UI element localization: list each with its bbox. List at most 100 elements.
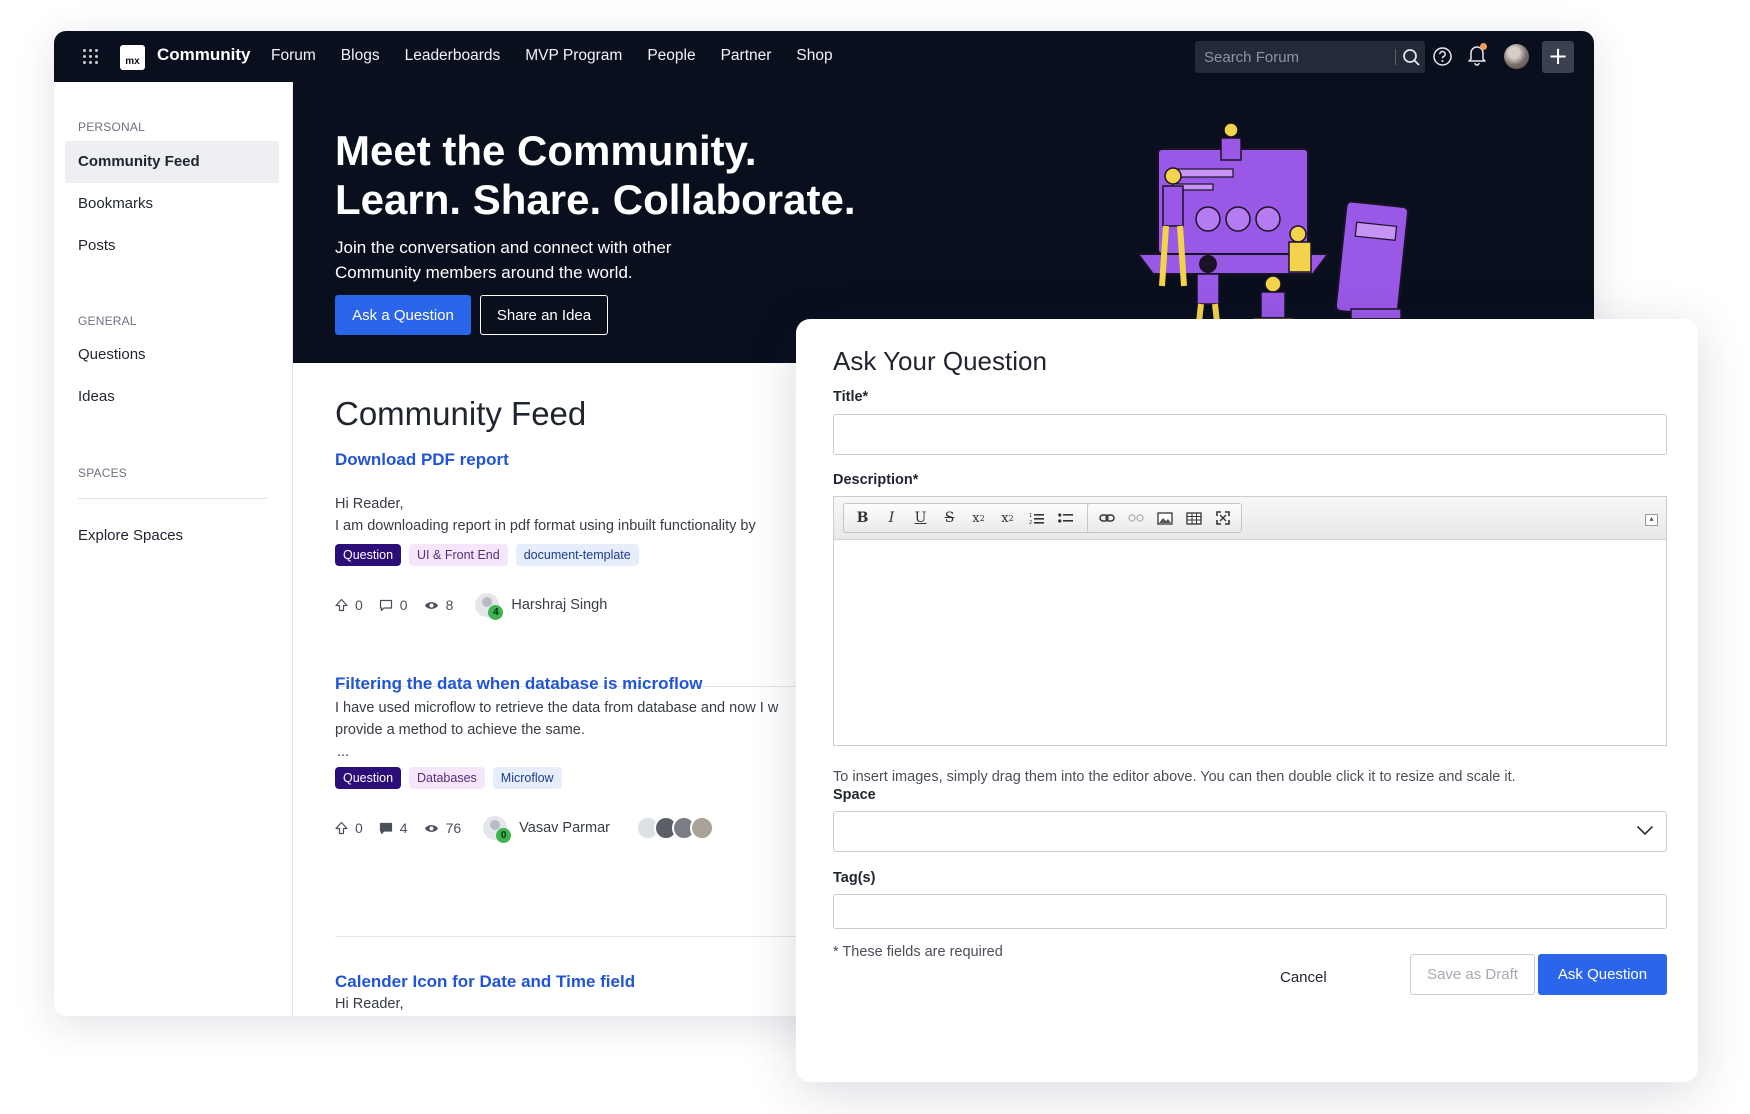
sidebar-divider <box>78 498 268 499</box>
upvote-icon[interactable] <box>335 598 348 612</box>
nav-leaderboards[interactable]: Leaderboards <box>405 47 501 65</box>
tag-question[interactable]: Question <box>335 544 402 566</box>
view-count: 76 <box>445 820 462 836</box>
reputation-badge: 0 <box>496 828 512 843</box>
nav-mvp-program[interactable]: MVP Program <box>525 47 622 65</box>
post-title-2[interactable]: Filtering the data when database is micr… <box>335 674 702 694</box>
search-icon[interactable] <box>1402 48 1421 67</box>
upvote-icon[interactable] <box>335 821 348 835</box>
nav-people[interactable]: People <box>647 47 695 65</box>
eye-icon <box>424 824 438 832</box>
superscript-icon[interactable]: x2 <box>993 505 1022 531</box>
tag-question[interactable]: Question <box>335 767 402 789</box>
svg-text:1: 1 <box>1029 513 1032 519</box>
subscript-icon[interactable]: x2 <box>964 505 993 531</box>
share-an-idea-button[interactable]: Share an Idea <box>480 295 608 335</box>
space-label: Space <box>833 787 876 803</box>
required-note: * These fields are required <box>833 944 1003 960</box>
editor-hint: To insert images, simply drag them into … <box>833 769 1516 785</box>
tag-databases[interactable]: Databases <box>409 767 485 789</box>
comment-count: 4 <box>399 820 408 836</box>
tag-microflow[interactable]: Microflow <box>492 767 562 789</box>
author-name[interactable]: Harshraj Singh <box>511 597 607 613</box>
sidebar-item-explore-spaces[interactable]: Explore Spaces <box>65 515 279 557</box>
participant-avatars[interactable] <box>635 816 714 840</box>
title-label: Title* <box>833 389 869 405</box>
nav-forum[interactable]: Forum <box>271 47 316 65</box>
toolbar-group-insert <box>1087 503 1242 533</box>
hero-title-line1: Meet the Community. <box>335 127 757 174</box>
maximize-icon[interactable] <box>1208 505 1237 531</box>
save-as-draft-button[interactable]: Save as Draft <box>1410 954 1535 995</box>
sidebar-item-posts[interactable]: Posts <box>65 225 279 267</box>
post-tags-2: Question Databases Microflow <box>335 767 562 789</box>
sidebar-item-ideas[interactable]: Ideas <box>65 376 279 418</box>
top-navigation-bar: mx Community Forum Blogs Leaderboards MV… <box>54 31 1594 82</box>
post-stats-1: 0 0 8 4 Harshraj Singh <box>335 593 607 620</box>
author-avatar[interactable]: 0 <box>483 816 512 843</box>
sidebar-item-questions[interactable]: Questions <box>65 334 279 376</box>
bold-icon[interactable]: B <box>848 505 877 531</box>
space-select[interactable] <box>833 811 1667 852</box>
title-input[interactable] <box>833 414 1667 455</box>
hero-title-line2: Learn. Share. Collaborate. <box>335 176 856 223</box>
tag-document-template[interactable]: document-template <box>515 544 639 566</box>
sidebar-section-general: GENERAL <box>78 314 137 328</box>
sidebar: PERSONAL Community Feed Bookmarks Posts … <box>54 82 293 1016</box>
strikethrough-icon[interactable]: S <box>935 505 964 531</box>
help-icon[interactable] <box>1432 46 1453 67</box>
ask-question-button[interactable]: Ask Question <box>1538 954 1667 995</box>
search-box <box>1195 41 1425 73</box>
nav-blogs[interactable]: Blogs <box>341 47 380 65</box>
mx-logo[interactable]: mx <box>120 45 145 70</box>
sidebar-item-community-feed[interactable]: Community Feed <box>65 141 279 183</box>
ask-question-dialog: Ask Your Question Title* Description* B … <box>796 319 1698 1082</box>
ask-a-question-button[interactable]: Ask a Question <box>335 295 471 335</box>
tag-ui-front-end[interactable]: UI & Front End <box>409 544 508 566</box>
chevron-down-icon[interactable] <box>1636 825 1654 836</box>
toolbar-group-format: B I U S x2 x2 12 Tx <box>843 503 1114 533</box>
link-icon[interactable] <box>1092 505 1121 531</box>
sidebar-section-spaces: SPACES <box>78 466 127 480</box>
cancel-button[interactable]: Cancel <box>1280 969 1327 986</box>
post-body-line: provide a method to achieve the same. <box>335 722 585 738</box>
feed-title: Community Feed <box>335 395 587 432</box>
post-body-line: I am downloading report in pdf format us… <box>335 518 756 534</box>
eye-icon <box>424 601 438 609</box>
unlink-icon[interactable] <box>1121 505 1150 531</box>
description-label: Description* <box>833 472 919 488</box>
sidebar-section-personal: PERSONAL <box>78 120 145 134</box>
nav-shop[interactable]: Shop <box>796 47 832 65</box>
table-icon[interactable] <box>1179 505 1208 531</box>
tags-label: Tag(s) <box>833 870 876 886</box>
author-name[interactable]: Vasav Parmar <box>519 820 610 836</box>
search-input[interactable] <box>1195 41 1390 73</box>
dialog-title: Ask Your Question <box>833 346 1047 376</box>
post-body-1: Hi Reader, I am downloading report in pd… <box>335 493 756 537</box>
italic-icon[interactable]: I <box>877 505 906 531</box>
post-body-3: Hi Reader, <box>335 996 404 1012</box>
apps-grid-icon[interactable] <box>83 49 99 65</box>
create-button[interactable]: + <box>1542 41 1574 73</box>
image-icon[interactable] <box>1150 505 1179 531</box>
post-divider <box>335 936 805 937</box>
avatar[interactable] <box>1504 44 1529 69</box>
comment-icon <box>379 822 392 834</box>
svg-text:2: 2 <box>1029 520 1032 525</box>
author-avatar[interactable]: 4 <box>475 593 504 620</box>
sidebar-item-bookmarks[interactable]: Bookmarks <box>65 183 279 225</box>
comment-count: 0 <box>399 597 408 613</box>
underline-icon[interactable]: U <box>906 505 935 531</box>
tags-input[interactable] <box>833 894 1667 929</box>
post-title-1[interactable]: Download PDF report <box>335 450 509 470</box>
numbered-list-icon[interactable]: 12 <box>1022 505 1051 531</box>
post-stats-2: 0 4 76 0 Vasav Parmar <box>335 816 714 843</box>
nav-partner[interactable]: Partner <box>721 47 772 65</box>
post-title-3[interactable]: Calender Icon for Date and Time field <box>335 972 635 992</box>
hero-subtitle: Join the conversation and connect with o… <box>335 238 672 282</box>
description-textarea[interactable] <box>834 540 1666 745</box>
brand-name[interactable]: Community <box>157 45 251 65</box>
editor-toolbar: B I U S x2 x2 12 Tx <box>834 497 1666 540</box>
bulleted-list-icon[interactable] <box>1051 505 1080 531</box>
collapse-toolbar-icon[interactable]: ▴ <box>1645 514 1658 526</box>
